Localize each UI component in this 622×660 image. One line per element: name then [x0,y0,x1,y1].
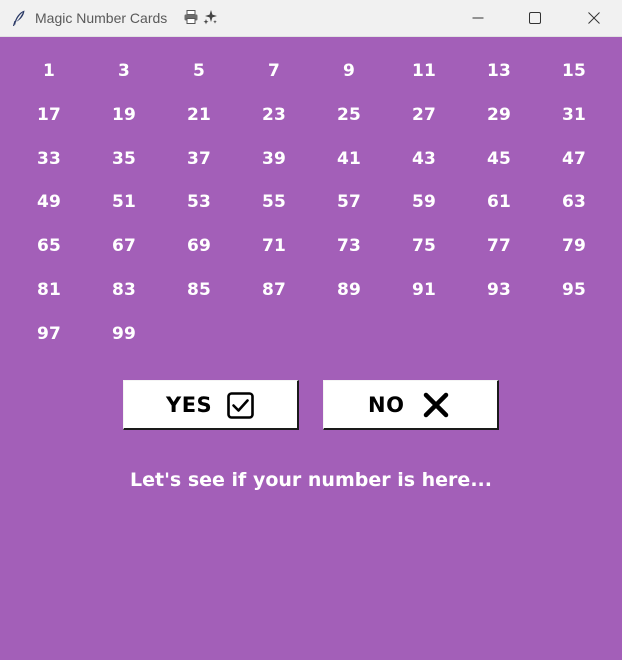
card-number: 1 [42,61,56,81]
card-number: 47 [561,148,587,169]
card-number: 29 [486,104,512,125]
window-title: Magic Number Cards [35,10,168,26]
card-number: 59 [411,192,437,213]
card-number: 79 [561,236,587,257]
card-number: 5 [192,61,206,81]
card-number: 25 [336,104,362,125]
card-number: 45 [486,148,512,169]
card-number: 9 [342,61,356,81]
card-number: 51 [111,192,137,213]
card-number: 55 [261,192,287,213]
card-number: 21 [186,104,212,125]
close-button[interactable] [571,0,617,36]
card-number: 99 [111,323,137,344]
card-number: 7 [267,61,281,81]
card-number: 67 [111,236,137,257]
yes-button-label: YES [166,393,213,417]
card-number: 11 [411,61,437,81]
card-number: 89 [336,280,362,300]
feather-icon [12,10,25,27]
sparkles-icon [203,10,217,25]
card-number: 33 [36,148,62,169]
card-number: 39 [261,148,287,169]
maximize-icon [529,12,541,24]
card-number: 91 [411,280,437,300]
card-number: 49 [36,192,62,213]
close-icon [588,12,600,24]
card-number: 83 [111,280,137,300]
card-number: 73 [336,236,362,257]
maximize-button[interactable] [512,0,558,36]
card-number: 35 [111,148,137,169]
card-number: 77 [486,236,512,257]
card-number: 65 [36,236,62,257]
card-number: 71 [261,236,287,257]
card-number: 97 [36,323,62,344]
card-number: 93 [486,280,512,300]
number-card-grid: 1 3 5 7 9 11 13 15 17 19 21 23 25 27 29 31 33 35 37 39 41 43 4… [0,37,622,357]
checkbox-icon [227,392,254,419]
card-number: 13 [486,61,512,81]
card-number: 37 [186,148,212,169]
status-message: Let's see if your number is here... [130,469,492,491]
app-window: Magic Number Cards 1357 9 11 13 15 17 19… [0,0,622,660]
no-button[interactable]: NO [323,380,499,430]
title-bar: Magic Number Cards [0,0,622,37]
card-number: 23 [261,104,287,125]
card-number: 61 [486,192,512,213]
card-number: 31 [561,104,587,125]
no-button-label: NO [368,393,405,417]
minimize-icon [472,17,484,19]
card-number: 57 [336,192,362,213]
card-number: 19 [111,104,137,125]
card-number: 27 [411,104,437,125]
card-number: 17 [36,104,62,125]
card-number: 87 [261,280,287,300]
card-number: 15 [561,61,587,81]
card-number: 3 [117,61,131,81]
card-number: 85 [186,280,212,300]
x-icon [423,392,449,418]
yes-button[interactable]: YES [123,380,299,430]
printer-icon [184,10,198,24]
card-number: 75 [411,236,437,257]
card-number: 69 [186,236,212,257]
card-number: 43 [411,148,437,169]
card-number: 63 [561,192,587,213]
card-number: 41 [336,148,362,169]
card-number: 81 [36,280,62,300]
card-number: 53 [186,192,212,213]
card-number: 95 [561,280,587,300]
minimize-button[interactable] [455,0,501,36]
